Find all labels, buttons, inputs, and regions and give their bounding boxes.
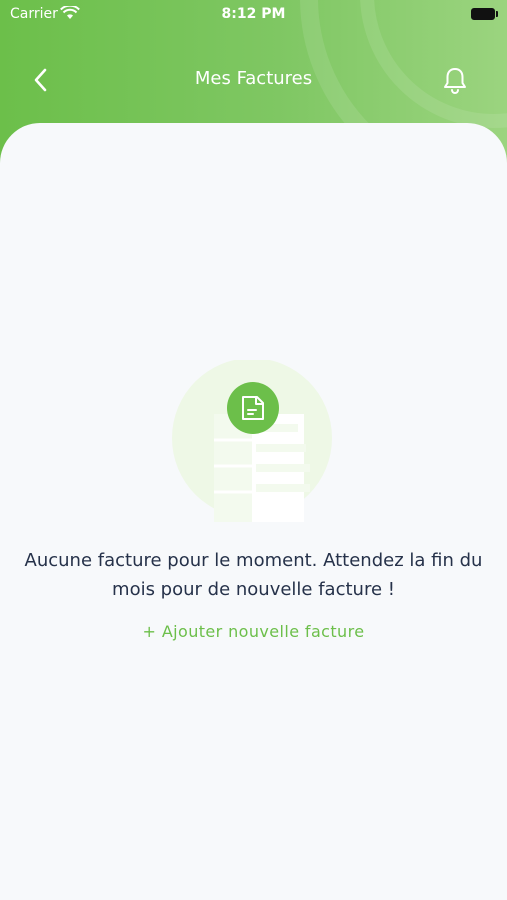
status-bar: Carrier 8:12 PM: [0, 0, 507, 30]
notifications-button[interactable]: [441, 64, 469, 96]
document-icon: [227, 382, 279, 434]
status-time: 8:12 PM: [221, 6, 286, 22]
empty-state-message: Aucune facture pour le moment. Attendez …: [24, 550, 483, 600]
add-invoice-link[interactable]: + Ajouter nouvelle facture: [0, 622, 507, 641]
battery-icon: [471, 8, 498, 20]
empty-invoices-illustration: [170, 358, 340, 525]
page-title: Mes Factures: [194, 68, 313, 89]
bell-icon: [444, 68, 466, 94]
